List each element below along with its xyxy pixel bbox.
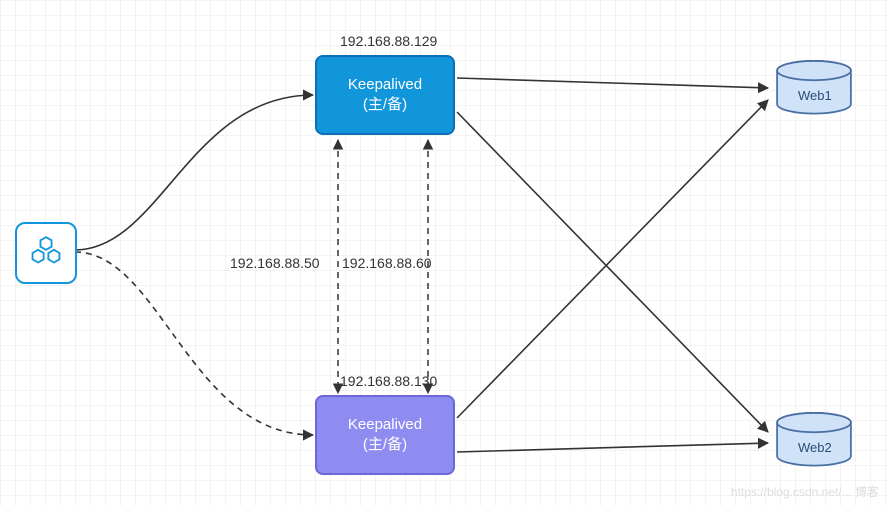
ka1-ip-label: 192.168.88.129 [340, 33, 437, 49]
client-cluster-icon [15, 222, 77, 284]
vip-right-label: 192.168.88.60 [342, 255, 432, 271]
keepalived-top: Keepalived (主/备) [315, 55, 455, 135]
ka1-role: (主/备) [363, 95, 407, 115]
ka2-ip-label: 192.168.88.130 [340, 373, 437, 389]
ka2-title: Keepalived [348, 415, 422, 435]
hex-cluster-icon [27, 234, 65, 272]
web1-label: Web1 [798, 88, 832, 103]
watermark: https://blog.csdn.net/... 博客 [731, 483, 879, 500]
diagram-canvas: 192.168.88.129 Keepalived (主/备) 192.168.… [0, 0, 887, 506]
web2-label: Web2 [798, 440, 832, 455]
ka1-title: Keepalived [348, 75, 422, 95]
ka2-role: (主/备) [363, 435, 407, 455]
keepalived-bottom: Keepalived (主/备) [315, 395, 455, 475]
vip-left-label: 192.168.88.50 [230, 255, 320, 271]
